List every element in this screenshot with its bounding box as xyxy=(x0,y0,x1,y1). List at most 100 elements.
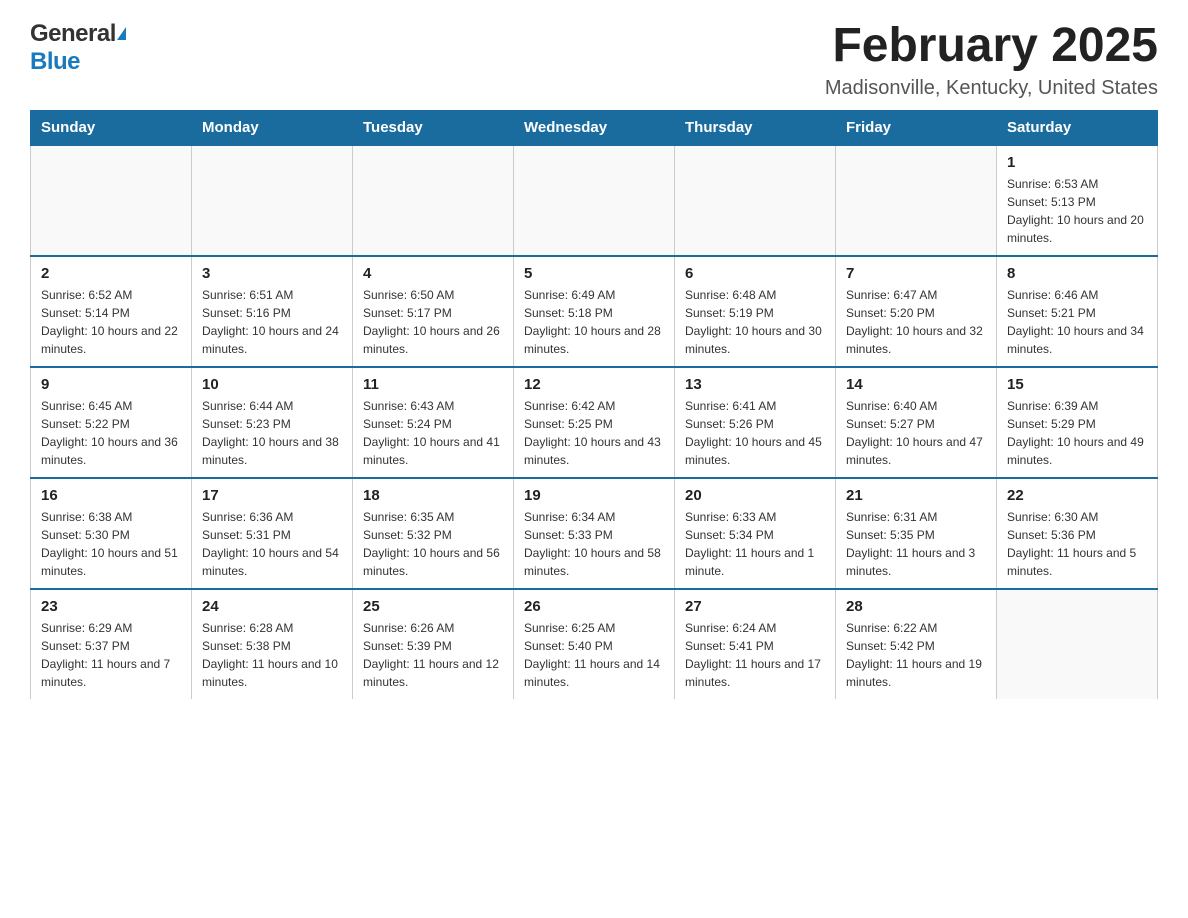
location-title: Madisonville, Kentucky, United States xyxy=(825,77,1158,100)
day-number: 13 xyxy=(685,376,825,393)
calendar-cell xyxy=(997,589,1158,699)
weekday-header-thursday: Thursday xyxy=(675,110,836,145)
calendar-cell: 5Sunrise: 6:49 AMSunset: 5:18 PMDaylight… xyxy=(514,256,675,367)
calendar-week-row: 23Sunrise: 6:29 AMSunset: 5:37 PMDayligh… xyxy=(31,589,1158,699)
calendar-cell: 10Sunrise: 6:44 AMSunset: 5:23 PMDayligh… xyxy=(192,367,353,478)
calendar-cell: 11 Sunrise: 6:43 AMSunset: 5:24 PMDayligh… xyxy=(353,367,514,478)
day-info: Sunrise: 6:52 AMSunset: 5:14 PMDaylight:… xyxy=(41,286,181,358)
day-info: Sunrise: 6:43 AMSunset: 5:24 PMDaylight:… xyxy=(363,397,503,469)
day-number: 25 xyxy=(363,598,503,615)
calendar-cell: 27 Sunrise: 6:24 AMSunset: 5:41 PMDayligh… xyxy=(675,589,836,699)
weekday-header-row: SundayMondayTuesdayWednesdayThursdayFrid… xyxy=(31,110,1158,145)
page-header: General Blue February 2025 Madisonville,… xyxy=(30,20,1158,100)
logo-triangle-icon xyxy=(117,27,126,40)
day-info: Sunrise: 6:33 AMSunset: 5:34 PMDaylight:… xyxy=(685,508,825,580)
day-number: 27 xyxy=(685,598,825,615)
day-info: Sunrise: 6:47 AMSunset: 5:20 PMDaylight:… xyxy=(846,286,986,358)
calendar-cell: 22Sunrise: 6:30 AMSunset: 5:36 PMDayligh… xyxy=(997,478,1158,589)
calendar-cell: 3 Sunrise: 6:51 AMSunset: 5:16 PMDaylight… xyxy=(192,256,353,367)
day-info: Sunrise: 6:39 AMSunset: 5:29 PMDaylight:… xyxy=(1007,397,1147,469)
calendar-cell xyxy=(192,145,353,256)
day-info: Sunrise: 6:44 AMSunset: 5:23 PMDaylight:… xyxy=(202,397,342,469)
calendar-cell: 9Sunrise: 6:45 AMSunset: 5:22 PMDaylight… xyxy=(31,367,192,478)
day-number: 12 xyxy=(524,376,664,393)
day-number: 11 xyxy=(363,376,503,393)
calendar-cell: 6Sunrise: 6:48 AMSunset: 5:19 PMDaylight… xyxy=(675,256,836,367)
day-number: 3 xyxy=(202,265,342,282)
calendar-header: SundayMondayTuesdayWednesdayThursdayFrid… xyxy=(31,110,1158,145)
weekday-header-saturday: Saturday xyxy=(997,110,1158,145)
calendar-table: SundayMondayTuesdayWednesdayThursdayFrid… xyxy=(30,110,1158,699)
day-number: 8 xyxy=(1007,265,1147,282)
day-number: 26 xyxy=(524,598,664,615)
day-info: Sunrise: 6:24 AMSunset: 5:41 PMDaylight:… xyxy=(685,619,825,691)
day-number: 9 xyxy=(41,376,181,393)
day-info: Sunrise: 6:36 AMSunset: 5:31 PMDaylight:… xyxy=(202,508,342,580)
day-info: Sunrise: 6:34 AMSunset: 5:33 PMDaylight:… xyxy=(524,508,664,580)
day-info: Sunrise: 6:25 AMSunset: 5:40 PMDaylight:… xyxy=(524,619,664,691)
day-info: Sunrise: 6:48 AMSunset: 5:19 PMDaylight:… xyxy=(685,286,825,358)
calendar-cell: 25 Sunrise: 6:26 AMSunset: 5:39 PMDayligh… xyxy=(353,589,514,699)
calendar-cell: 28Sunrise: 6:22 AMSunset: 5:42 PMDayligh… xyxy=(836,589,997,699)
weekday-header-friday: Friday xyxy=(836,110,997,145)
day-number: 20 xyxy=(685,487,825,504)
day-info: Sunrise: 6:38 AMSunset: 5:30 PMDaylight:… xyxy=(41,508,181,580)
day-number: 2 xyxy=(41,265,181,282)
day-info: Sunrise: 6:29 AMSunset: 5:37 PMDaylight:… xyxy=(41,619,181,691)
day-info: Sunrise: 6:51 AMSunset: 5:16 PMDaylight:… xyxy=(202,286,342,358)
calendar-cell xyxy=(31,145,192,256)
day-info: Sunrise: 6:46 AMSunset: 5:21 PMDaylight:… xyxy=(1007,286,1147,358)
day-number: 24 xyxy=(202,598,342,615)
day-number: 14 xyxy=(846,376,986,393)
day-number: 19 xyxy=(524,487,664,504)
calendar-body: 1 Sunrise: 6:53 AMSunset: 5:13 PMDaylight… xyxy=(31,145,1158,699)
day-info: Sunrise: 6:31 AMSunset: 5:35 PMDaylight:… xyxy=(846,508,986,580)
calendar-cell: 21 Sunrise: 6:31 AMSunset: 5:35 PMDayligh… xyxy=(836,478,997,589)
calendar-cell xyxy=(514,145,675,256)
calendar-cell: 13 Sunrise: 6:41 AMSunset: 5:26 PMDayligh… xyxy=(675,367,836,478)
calendar-cell: 23Sunrise: 6:29 AMSunset: 5:37 PMDayligh… xyxy=(31,589,192,699)
day-number: 22 xyxy=(1007,487,1147,504)
calendar-cell: 12 Sunrise: 6:42 AMSunset: 5:25 PMDayligh… xyxy=(514,367,675,478)
calendar-cell: 7Sunrise: 6:47 AMSunset: 5:20 PMDaylight… xyxy=(836,256,997,367)
calendar-week-row: 9Sunrise: 6:45 AMSunset: 5:22 PMDaylight… xyxy=(31,367,1158,478)
calendar-week-row: 16Sunrise: 6:38 AMSunset: 5:30 PMDayligh… xyxy=(31,478,1158,589)
calendar-cell: 26 Sunrise: 6:25 AMSunset: 5:40 PMDayligh… xyxy=(514,589,675,699)
calendar-cell: 20 Sunrise: 6:33 AMSunset: 5:34 PMDayligh… xyxy=(675,478,836,589)
calendar-cell: 24 Sunrise: 6:28 AMSunset: 5:38 PMDayligh… xyxy=(192,589,353,699)
day-number: 15 xyxy=(1007,376,1147,393)
day-number: 17 xyxy=(202,487,342,504)
day-info: Sunrise: 6:26 AMSunset: 5:39 PMDaylight:… xyxy=(363,619,503,691)
day-info: Sunrise: 6:42 AMSunset: 5:25 PMDaylight:… xyxy=(524,397,664,469)
month-title: February 2025 xyxy=(825,20,1158,73)
calendar-cell xyxy=(836,145,997,256)
title-area: February 2025 Madisonville, Kentucky, Un… xyxy=(825,20,1158,100)
calendar-cell: 14 Sunrise: 6:40 AMSunset: 5:27 PMDayligh… xyxy=(836,367,997,478)
day-number: 1 xyxy=(1007,154,1147,171)
logo: General Blue xyxy=(30,20,126,76)
calendar-cell xyxy=(675,145,836,256)
day-info: Sunrise: 6:28 AMSunset: 5:38 PMDaylight:… xyxy=(202,619,342,691)
day-info: Sunrise: 6:41 AMSunset: 5:26 PMDaylight:… xyxy=(685,397,825,469)
calendar-cell: 1 Sunrise: 6:53 AMSunset: 5:13 PMDaylight… xyxy=(997,145,1158,256)
calendar-week-row: 2 Sunrise: 6:52 AMSunset: 5:14 PMDaylight… xyxy=(31,256,1158,367)
calendar-cell: 15 Sunrise: 6:39 AMSunset: 5:29 PMDayligh… xyxy=(997,367,1158,478)
day-info: Sunrise: 6:22 AMSunset: 5:42 PMDaylight:… xyxy=(846,619,986,691)
day-number: 18 xyxy=(363,487,503,504)
calendar-cell: 2 Sunrise: 6:52 AMSunset: 5:14 PMDaylight… xyxy=(31,256,192,367)
day-info: Sunrise: 6:40 AMSunset: 5:27 PMDaylight:… xyxy=(846,397,986,469)
weekday-header-tuesday: Tuesday xyxy=(353,110,514,145)
calendar-cell: 17 Sunrise: 6:36 AMSunset: 5:31 PMDayligh… xyxy=(192,478,353,589)
day-info: Sunrise: 6:50 AMSunset: 5:17 PMDaylight:… xyxy=(363,286,503,358)
day-number: 5 xyxy=(524,265,664,282)
day-number: 21 xyxy=(846,487,986,504)
weekday-header-wednesday: Wednesday xyxy=(514,110,675,145)
weekday-header-sunday: Sunday xyxy=(31,110,192,145)
calendar-cell: 18Sunrise: 6:35 AMSunset: 5:32 PMDayligh… xyxy=(353,478,514,589)
logo-general-text: General xyxy=(30,20,116,48)
calendar-cell: 16Sunrise: 6:38 AMSunset: 5:30 PMDayligh… xyxy=(31,478,192,589)
day-number: 4 xyxy=(363,265,503,282)
calendar-cell: 4 Sunrise: 6:50 AMSunset: 5:17 PMDaylight… xyxy=(353,256,514,367)
day-info: Sunrise: 6:53 AMSunset: 5:13 PMDaylight:… xyxy=(1007,175,1147,247)
calendar-cell xyxy=(353,145,514,256)
